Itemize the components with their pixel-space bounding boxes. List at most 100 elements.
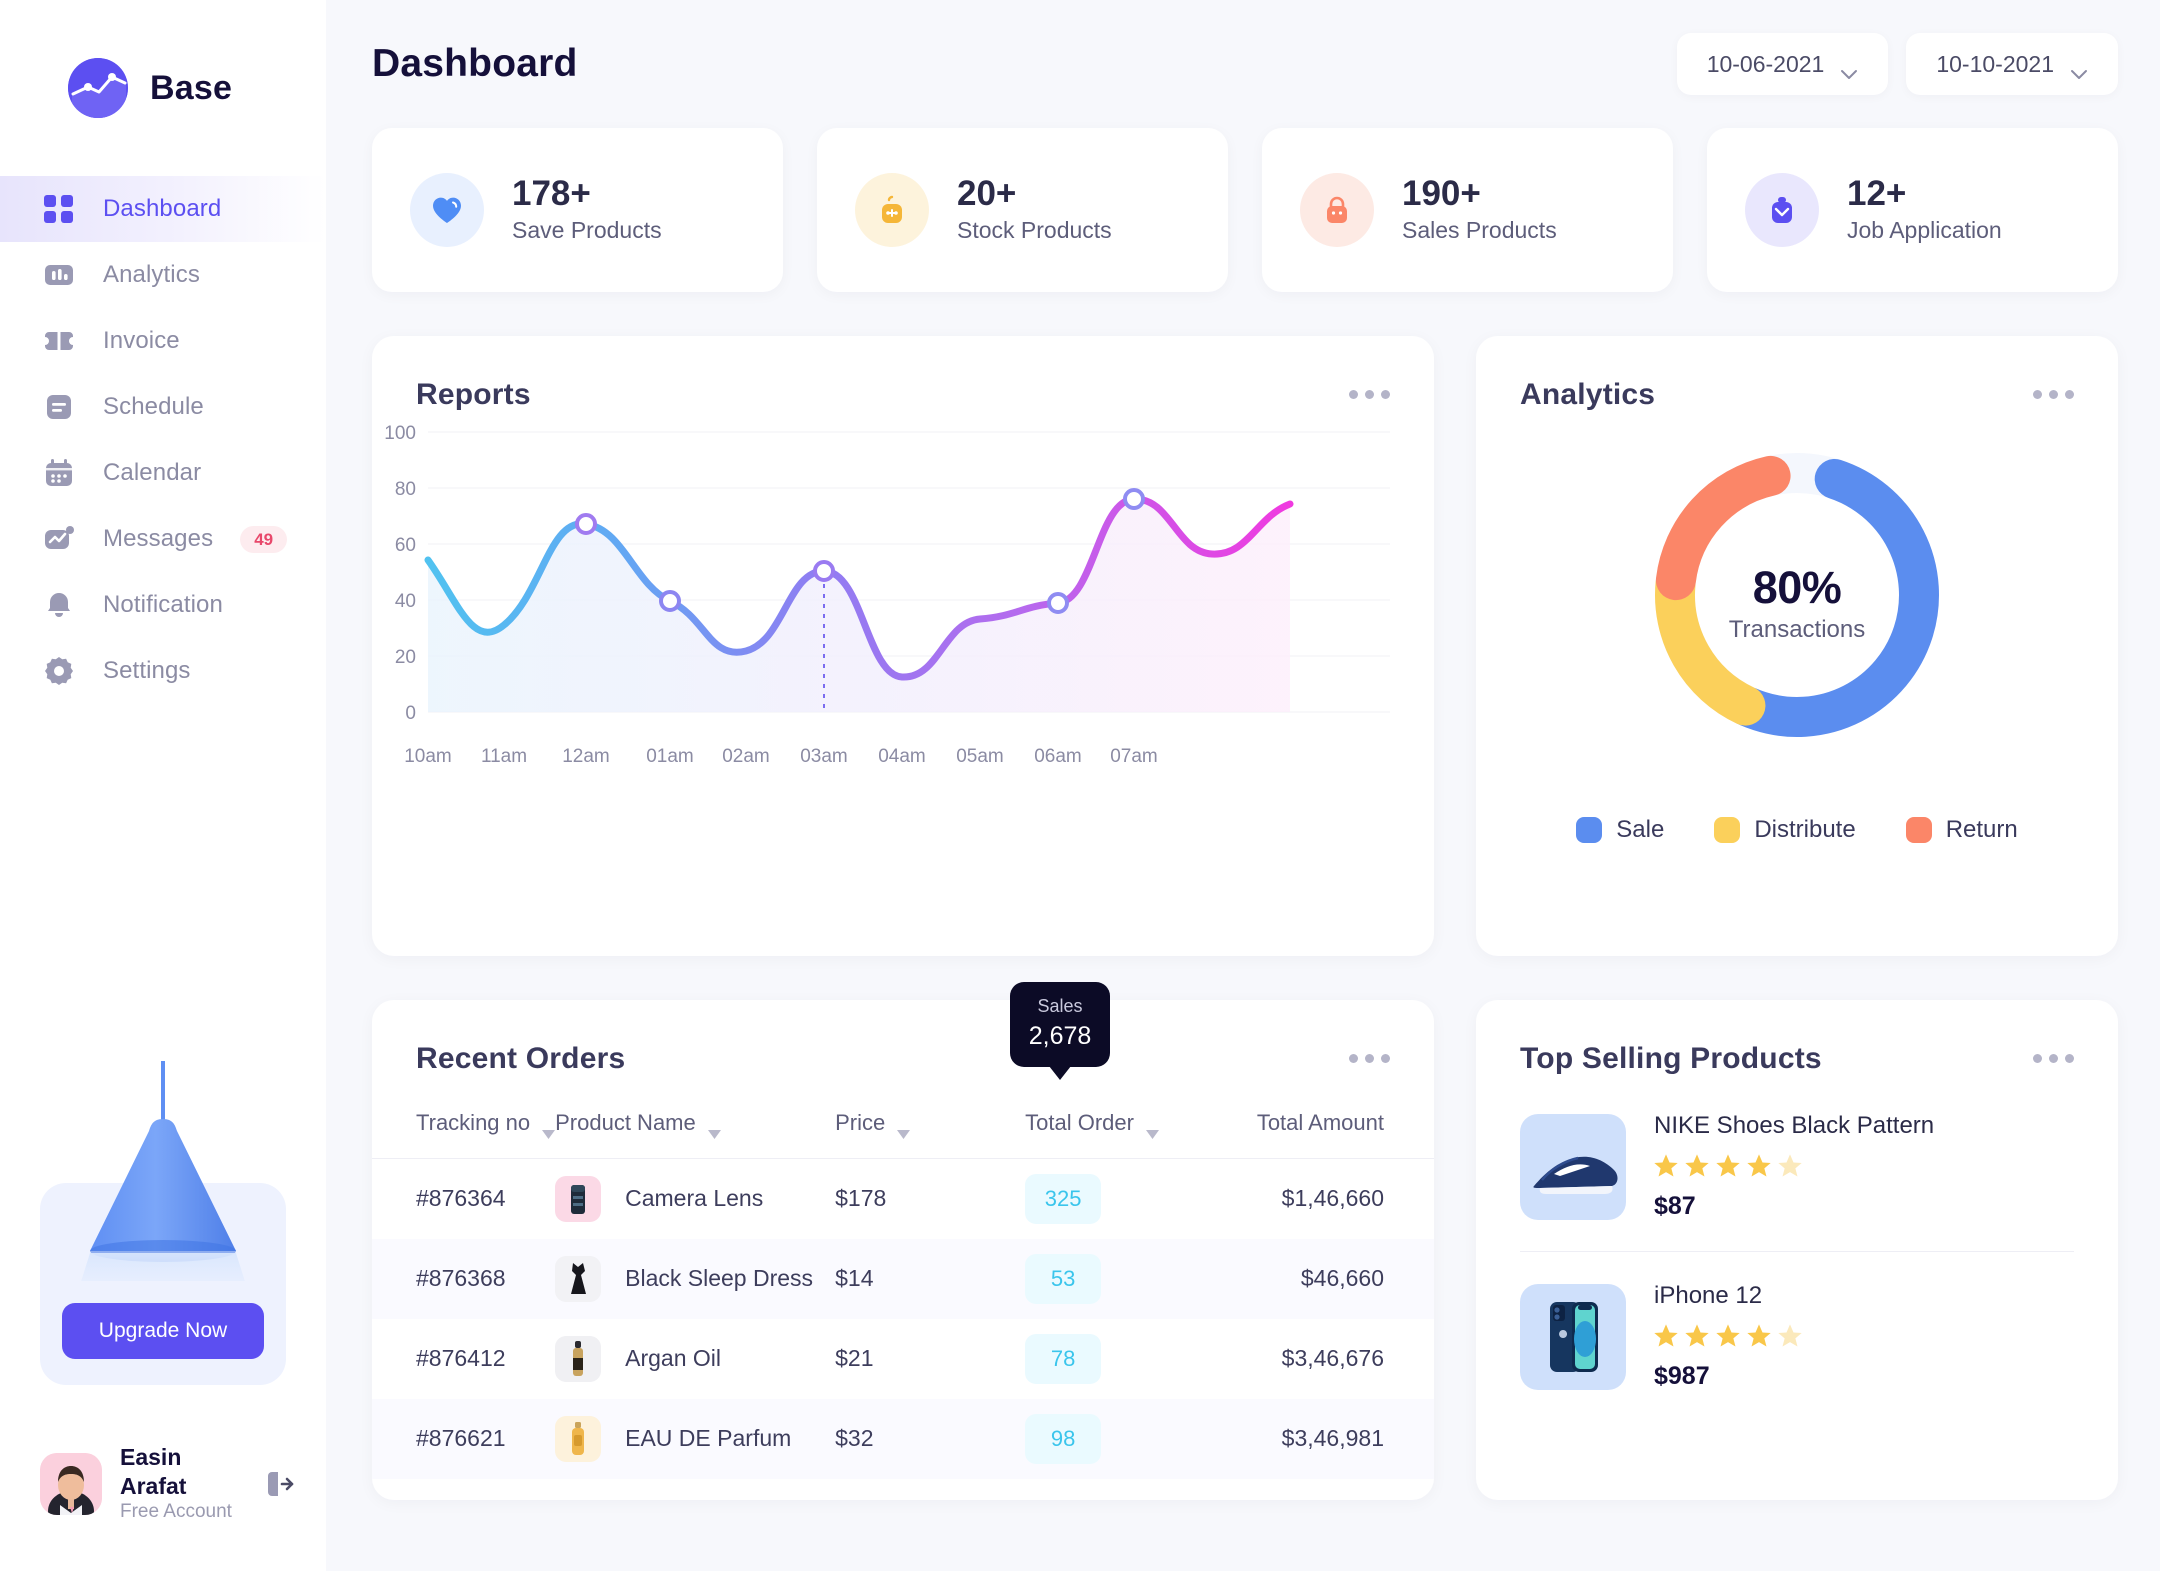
- main-content: Dashboard 10-06-2021 10-10-2021 178+ Sav…: [326, 0, 2160, 1571]
- briefcase-icon: [1745, 173, 1819, 247]
- svg-text:12am: 12am: [562, 746, 610, 767]
- nike-shoe-thumb: [1520, 1113, 1626, 1220]
- cell-product-name: Camera Lens: [555, 1159, 835, 1239]
- analytics-panel: Analytics 80% Transactions Sale Distribu…: [1476, 336, 2118, 956]
- page-title: Dashboard: [372, 42, 578, 85]
- column-tracking-no[interactable]: Tracking no: [372, 1110, 556, 1159]
- chart-markers: [575, 488, 1145, 614]
- stat-card-job-application[interactable]: 12+ Job Application: [1707, 128, 2118, 292]
- stat-card-sales-products[interactable]: 190+ Sales Products: [1262, 128, 1673, 292]
- reports-header: Reports: [372, 336, 1434, 412]
- legend-item-return[interactable]: Return: [1905, 816, 2018, 844]
- handbag-icon: [1300, 173, 1374, 247]
- sort-caret-icon: [1145, 1119, 1159, 1139]
- more-options-icon[interactable]: [1349, 1042, 1390, 1063]
- column-total-order[interactable]: Total Order: [1025, 1110, 1235, 1159]
- cell-total-amount: $1,46,660: [1281, 1185, 1384, 1212]
- table-row[interactable]: #876368 Black Sleep Dress $14 53 $46,660: [372, 1238, 1434, 1319]
- list-item[interactable]: iPhone 12 $987: [1476, 1282, 2118, 1391]
- legend-label: Distribute: [1754, 816, 1856, 843]
- cell-price: $21: [835, 1345, 874, 1371]
- chevron-down-icon: [2070, 59, 2088, 79]
- column-label: Tracking no: [416, 1110, 531, 1135]
- column-product-name[interactable]: Product Name: [555, 1110, 835, 1159]
- date-from-value: 10-06-2021: [1706, 50, 1825, 77]
- more-options-icon[interactable]: [2033, 1042, 2074, 1063]
- cell-tracking-no: #876412: [416, 1345, 506, 1371]
- column-label: Total Amount: [1256, 1110, 1384, 1135]
- sidebar-item-label: Calendar: [103, 459, 202, 486]
- sidebar-item-label: Analytics: [103, 261, 200, 288]
- analytics-legend: Sale Distribute Return: [1476, 816, 2118, 844]
- total-order-pill: 78: [1025, 1333, 1102, 1384]
- sidebar-item-notification[interactable]: Notification: [0, 572, 326, 638]
- donut-center-text: 80% Transactions: [1476, 562, 2118, 644]
- stat-card-stock-products[interactable]: 20+ Stock Products: [817, 128, 1228, 292]
- message-icon: [42, 522, 76, 556]
- reports-chart: 100 80 60 40 20 0 10am 11am 12am 01am 02…: [372, 412, 1434, 1068]
- rating-stars: [1652, 1322, 1804, 1350]
- sidebar-item-calendar[interactable]: Calendar: [0, 440, 326, 506]
- total-order-pill: 53: [1025, 1253, 1102, 1304]
- list-item[interactable]: NIKE Shoes Black Pattern $87: [1476, 1112, 2118, 1221]
- chart-y-labels: 100 80 60 40 20 0: [384, 423, 416, 724]
- total-order-pill: 325: [1025, 1173, 1102, 1224]
- iphone12-thumb: [1520, 1283, 1626, 1390]
- sidebar-item-dashboard[interactable]: Dashboard: [0, 176, 326, 242]
- svg-text:100: 100: [384, 423, 416, 444]
- sort-caret-icon: [897, 1119, 911, 1139]
- table-row[interactable]: #876412 Argan Oil $21 78 $3,46,676: [372, 1319, 1434, 1399]
- date-to-value: 10-10-2021: [1936, 50, 2054, 77]
- sidebar-item-messages[interactable]: Messages 49: [0, 506, 326, 572]
- analytics-title: Analytics: [1520, 378, 1656, 411]
- svg-text:60: 60: [395, 535, 416, 556]
- charts-row: Reports 100 80 60 40 20 0 10am 11am 12am…: [372, 336, 2118, 1068]
- topbar: Dashboard 10-06-2021 10-10-2021: [372, 0, 2118, 128]
- sidebar-item-invoice[interactable]: Invoice: [0, 308, 326, 374]
- svg-text:06am: 06am: [1034, 746, 1082, 767]
- user-profile[interactable]: Easin Arafat Free Account: [40, 1443, 326, 1525]
- lamp-illustration: [81, 1060, 245, 1281]
- table-row[interactable]: #876621 EAU DE Parfum $32 98 $3,46,981: [372, 1398, 1434, 1479]
- tooltip-label: Sales: [1037, 996, 1083, 1016]
- legend-swatch-sale: [1576, 817, 1603, 843]
- more-options-icon[interactable]: [2033, 378, 2074, 399]
- chart-line-logo-icon: [68, 58, 128, 118]
- cell-price: $178: [835, 1185, 887, 1212]
- logout-icon[interactable]: [262, 1467, 296, 1501]
- upgrade-now-button[interactable]: Upgrade Now: [62, 1302, 264, 1359]
- legend-item-sale[interactable]: Sale: [1576, 816, 1664, 844]
- sidebar-item-label: Notification: [103, 591, 223, 618]
- product-name: NIKE Shoes Black Pattern: [1654, 1112, 1935, 1139]
- rating-stars: [1652, 1152, 1934, 1180]
- sidebar-item-schedule[interactable]: Schedule: [0, 374, 326, 440]
- table-row[interactable]: #876364 Camera Lens $178 325 $1,46,660: [372, 1159, 1434, 1239]
- sort-caret-icon: [707, 1119, 721, 1139]
- stat-card-save-products[interactable]: 178+ Save Products: [372, 128, 783, 292]
- cell-total-amount: $46,660: [1300, 1265, 1384, 1291]
- donut-percentage: 80%: [1752, 562, 1842, 613]
- product-info: NIKE Shoes Black Pattern $87: [1654, 1112, 1934, 1221]
- svg-text:04am: 04am: [878, 746, 926, 767]
- cell-tracking-no: #876364: [416, 1185, 506, 1212]
- cell-total-order: 53: [1025, 1239, 1235, 1319]
- cell-tracking-no: #876368: [416, 1265, 506, 1291]
- date-to-select[interactable]: 10-10-2021: [1906, 33, 2118, 95]
- cell-total-order: 78: [1025, 1319, 1235, 1399]
- sidebar-item-analytics[interactable]: Analytics: [0, 242, 326, 308]
- brand[interactable]: Base: [0, 0, 326, 118]
- sidebar-item-settings[interactable]: Settings: [0, 638, 326, 704]
- recent-orders-header: Recent Orders: [372, 1000, 1434, 1076]
- legend-item-distribute[interactable]: Distribute: [1714, 816, 1856, 844]
- product-name-text: Argan Oil: [625, 1345, 721, 1371]
- sidebar-item-label: Schedule: [103, 393, 204, 420]
- product-name-text: EAU DE Parfum: [625, 1425, 792, 1451]
- cell-price: $32: [835, 1425, 874, 1451]
- grid-icon: [42, 192, 76, 226]
- more-options-icon[interactable]: [1349, 378, 1390, 399]
- column-label: Price: [835, 1110, 886, 1135]
- stat-text: 12+ Job Application: [1847, 174, 2002, 246]
- date-from-select[interactable]: 10-06-2021: [1676, 33, 1889, 95]
- argan-oil-thumb: [555, 1335, 602, 1382]
- column-price[interactable]: Price: [835, 1110, 1025, 1159]
